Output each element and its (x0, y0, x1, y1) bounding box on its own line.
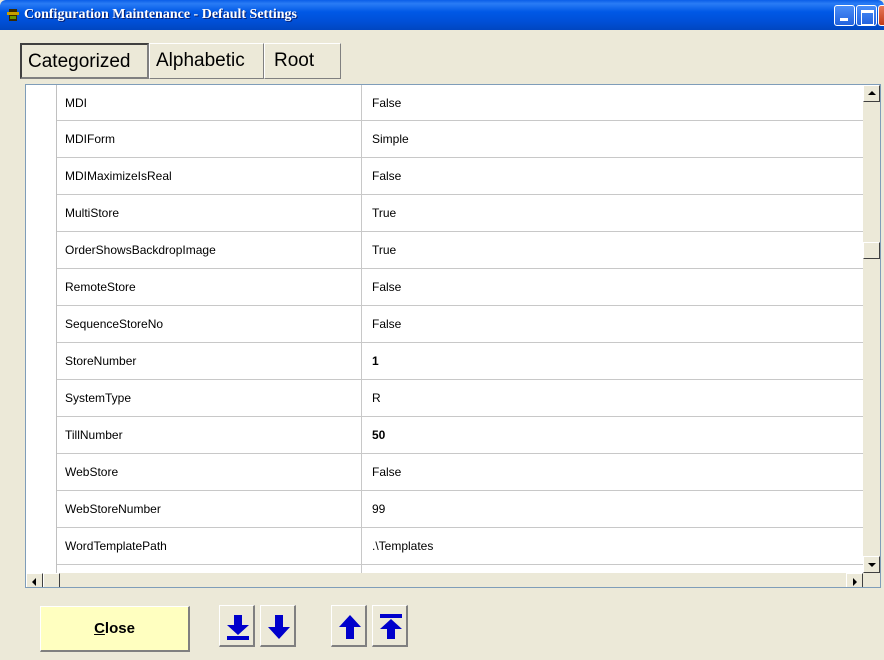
move-to-top-button[interactable] (372, 605, 408, 647)
grid-row[interactable]: RemoteStore False (57, 269, 863, 306)
setting-name-cell: MDIForm (57, 121, 362, 157)
app-icon (6, 8, 20, 22)
move-down-button[interactable] (260, 605, 296, 647)
setting-name-cell (57, 565, 362, 573)
close-label-rest: lose (104, 620, 135, 637)
grid-row[interactable]: MDIForm Simple (57, 121, 863, 158)
tab-categorized[interactable]: Categorized (20, 43, 149, 79)
setting-name-cell: MultiStore (57, 195, 362, 231)
setting-value-cell[interactable]: False (363, 269, 863, 305)
move-to-bottom-button[interactable] (219, 605, 255, 647)
grid-row-partial (57, 565, 863, 573)
grid-row[interactable]: WebStore False (57, 454, 863, 491)
close-accel-letter: C (94, 620, 105, 637)
grid-row[interactable]: TillNumber 50 (57, 417, 863, 454)
setting-value-cell[interactable]: False (363, 306, 863, 342)
grid-row[interactable]: MDIMaximizeIsReal False (57, 158, 863, 195)
scroll-right-icon (853, 578, 857, 586)
horizontal-scrollbar[interactable] (26, 573, 863, 587)
setting-value-cell[interactable]: R (363, 380, 863, 416)
move-to-top-icon (380, 614, 402, 639)
setting-name-cell: SystemType (57, 380, 362, 416)
setting-name-cell: RemoteStore (57, 269, 362, 305)
setting-value-cell[interactable]: 99 (363, 491, 863, 527)
minimize-button[interactable] (834, 5, 855, 26)
scrollbar-corner (863, 573, 880, 587)
title-bar[interactable]: Configuration Maintenance - Default Sett… (0, 0, 884, 30)
grid-row[interactable]: SequenceStoreNo False (57, 306, 863, 343)
setting-name-cell: MDI (57, 85, 362, 120)
scroll-up-button[interactable] (863, 85, 880, 102)
setting-value-cell[interactable]: True (363, 232, 863, 268)
setting-name-cell: StoreNumber (57, 343, 362, 379)
setting-name-cell: WebStoreNumber (57, 491, 362, 527)
setting-value-cell[interactable]: 50 (363, 417, 863, 453)
scroll-left-icon (32, 578, 36, 586)
setting-value-cell[interactable]: False (363, 158, 863, 194)
grid-row[interactable]: WebStoreNumber 99 (57, 491, 863, 528)
horizontal-scroll-thumb[interactable] (43, 573, 60, 587)
close-button[interactable]: Close (40, 606, 190, 652)
setting-value-cell[interactable]: False (363, 85, 863, 120)
grid-row[interactable]: WordTemplatePath .\Templates (57, 528, 863, 565)
view-tabs: Categorized Alphabetic Root (20, 43, 341, 79)
setting-value-cell[interactable]: Simple (363, 121, 863, 157)
setting-value-cell[interactable]: 1 (363, 343, 863, 379)
grid-row[interactable]: OrderShowsBackdropImage True (57, 232, 863, 269)
setting-name-cell: WebStore (57, 454, 362, 490)
arrow-down-icon (268, 615, 290, 639)
setting-value-cell (363, 565, 863, 573)
vertical-scrollbar[interactable] (863, 85, 880, 573)
maximize-button[interactable] (856, 5, 877, 26)
scroll-down-button[interactable] (863, 556, 880, 573)
grid-rows: MDI False MDIForm Simple MDIMaximizeIsReal Fa… (57, 85, 863, 573)
grid-row[interactable]: SystemType R (57, 380, 863, 417)
grid-row[interactable]: StoreNumber 1 (57, 343, 863, 380)
setting-name-cell: WordTemplatePath (57, 528, 362, 564)
setting-name-cell: MDIMaximizeIsReal (57, 158, 362, 194)
setting-value-cell[interactable]: True (363, 195, 863, 231)
grid-row[interactable]: MultiStore True (57, 195, 863, 232)
grid-row-header-margin (26, 85, 57, 573)
setting-name-cell: SequenceStoreNo (57, 306, 362, 342)
vertical-scroll-thumb[interactable] (863, 242, 880, 259)
config-maintenance-window: Configuration Maintenance - Default Sett… (0, 0, 884, 660)
setting-name-cell: OrderShowsBackdropImage (57, 232, 362, 268)
settings-grid: MDI False MDIForm Simple MDIMaximizeIsReal Fa… (25, 84, 881, 588)
scroll-left-button[interactable] (26, 573, 43, 587)
scroll-up-icon (868, 91, 876, 95)
scroll-down-icon (868, 563, 876, 567)
arrow-up-icon (339, 615, 361, 639)
window-title: Configuration Maintenance - Default Sett… (24, 7, 297, 22)
close-window-button[interactable] (878, 5, 884, 26)
tab-alphabetic[interactable]: Alphabetic (149, 43, 264, 79)
grid-row[interactable]: MDI False (57, 85, 863, 121)
move-up-button[interactable] (331, 605, 367, 647)
setting-name-cell: TillNumber (57, 417, 362, 453)
setting-value-cell[interactable]: False (363, 454, 863, 490)
setting-value-cell[interactable]: .\Templates (363, 528, 863, 564)
tab-root[interactable]: Root (264, 43, 341, 79)
scroll-right-button[interactable] (846, 573, 863, 587)
move-to-first-down-icon (227, 615, 249, 640)
